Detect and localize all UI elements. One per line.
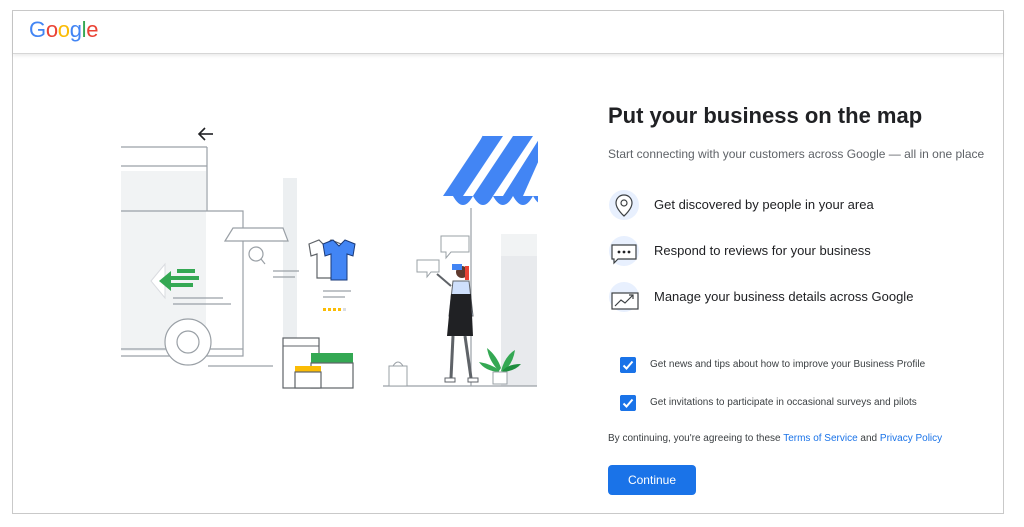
feature-label: Manage your business details across Goog… xyxy=(654,289,914,304)
chart-growth-icon xyxy=(609,282,639,312)
feature-item: Respond to reviews for your business xyxy=(608,235,988,269)
feature-label: Get discovered by people in your area xyxy=(654,197,874,212)
checkbox-label: Get invitations to participate in occasi… xyxy=(650,397,917,408)
consent-middle: and xyxy=(857,433,880,444)
terms-of-service-link[interactable]: Terms of Service xyxy=(783,433,857,444)
checkbox-checked-icon[interactable] xyxy=(620,357,636,373)
logo-letter: o xyxy=(57,17,70,42)
map-pin-icon xyxy=(609,190,639,220)
top-bar: Google xyxy=(13,11,1003,54)
storefront-illustration xyxy=(121,127,538,389)
logo-letter: e xyxy=(86,17,99,42)
shirts-icon xyxy=(308,239,356,281)
logo-letter: g xyxy=(69,17,82,42)
privacy-policy-link[interactable]: Privacy Policy xyxy=(880,433,942,444)
feature-label: Respond to reviews for your business xyxy=(654,243,871,258)
logo-letter: o xyxy=(45,17,58,42)
news-tips-checkbox[interactable]: Get news and tips about how to improve y… xyxy=(620,357,990,375)
google-logo: Google xyxy=(29,17,98,43)
consent-text: By continuing, you're agreeing to these … xyxy=(608,433,942,444)
review-bubble-icon xyxy=(609,236,639,266)
page-frame: Google Put your business on the map Star… xyxy=(12,10,1004,514)
logo-letter: G xyxy=(29,17,46,42)
back-arrow-icon[interactable] xyxy=(197,127,213,141)
continue-button[interactable]: Continue xyxy=(608,465,696,495)
page-title: Put your business on the map xyxy=(608,103,923,128)
boxes xyxy=(282,337,354,389)
feature-item: Get discovered by people in your area xyxy=(608,189,988,223)
checkbox-label: Get news and tips about how to improve y… xyxy=(650,359,926,370)
shop-owner-figure xyxy=(436,264,479,383)
delivery-truck xyxy=(121,146,297,378)
shopping-bag-icon xyxy=(388,361,408,387)
feature-item: Manage your business details across Goog… xyxy=(608,281,988,315)
awning xyxy=(443,135,538,205)
checkbox-checked-icon[interactable] xyxy=(620,395,636,411)
page-subtitle: Start connecting with your customers acr… xyxy=(608,147,985,161)
consent-prefix: By continuing, you're agreeing to these xyxy=(608,433,784,444)
rating-stars xyxy=(323,308,346,311)
surveys-checkbox[interactable]: Get invitations to participate in occasi… xyxy=(620,395,990,413)
